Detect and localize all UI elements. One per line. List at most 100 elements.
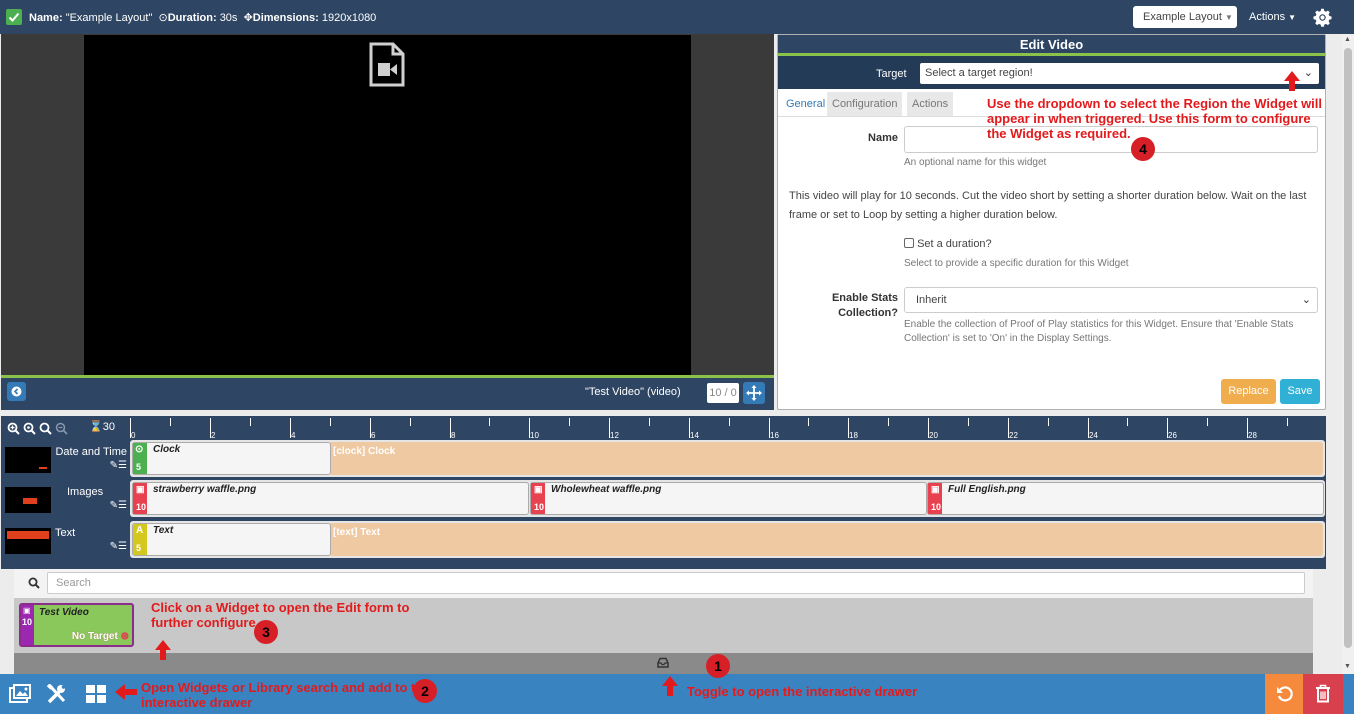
widgets-icon[interactable]	[86, 685, 106, 703]
layout-viewer: "Test Video" (video) 10 / 0	[1, 34, 774, 410]
drawer-icon[interactable]	[657, 657, 669, 668]
tab-configuration[interactable]: Configuration	[827, 92, 903, 116]
annotation-4-badge: 4	[1131, 137, 1155, 161]
timeline-duration-value: 30	[102, 421, 115, 433]
replace-button[interactable]: Replace	[1221, 379, 1276, 404]
undo-icon	[1276, 685, 1294, 703]
zoom-out-disabled-icon	[55, 422, 68, 435]
timeline-ruler: 0 2 4 6 8 10 12 14 16 18 20 22 24 26 28	[130, 416, 1325, 440]
preview-canvas[interactable]	[84, 35, 691, 375]
layout-duration: 30s	[219, 12, 238, 24]
warning-icon: ⊗	[120, 631, 129, 642]
annotation-4-line2: appear in when triggered. Use this form …	[987, 111, 1311, 126]
list-icon[interactable]: ☰	[118, 541, 127, 552]
layout-dimensions: 1920x1080	[321, 12, 377, 24]
chevron-down-icon: ⌄	[1301, 294, 1311, 306]
ruler-label: 14	[690, 431, 699, 441]
annotation-3-line2: further configure	[151, 615, 256, 630]
tab-general[interactable]: General	[781, 92, 831, 116]
target-select-text: Select a target region!	[925, 67, 1033, 79]
layout-info: Name: "Example Layout" ⊙Duration: 30s ✥D…	[29, 11, 376, 24]
tools-icon[interactable]	[46, 684, 68, 704]
ruler-label: 20	[929, 431, 938, 441]
undo-button[interactable]	[1265, 674, 1303, 714]
widget-duration: 5	[136, 543, 142, 553]
drawer-widget-card[interactable]: ▣ 10 Test Video No Target ⊗	[19, 603, 134, 647]
widget-image[interactable]: ▣ 10 Wholewheat waffle.png	[530, 482, 927, 515]
video-icon: ▣ 10	[21, 605, 34, 645]
set-duration-row: Set a duration?	[904, 238, 992, 250]
region-thumbnail	[5, 447, 51, 473]
zoom-out-icon[interactable]	[39, 422, 52, 435]
widget-card-status: No Target ⊗	[72, 631, 129, 642]
delete-button[interactable]	[1303, 674, 1343, 714]
zoom-in-icon[interactable]	[7, 422, 20, 435]
annotation-4-line3: the Widget as required.	[987, 126, 1131, 141]
widget-name: Full English.png	[948, 484, 1026, 495]
gear-icon[interactable]	[1313, 8, 1332, 27]
widget-image[interactable]: ▣ 10 Full English.png	[927, 482, 1324, 515]
widget-image[interactable]: ▣ 10 strawberry waffle.png	[132, 482, 529, 515]
edit-widget-panel: Edit Video Target Select a target region…	[777, 34, 1326, 410]
timeline-lane-text[interactable]: Text ✎☰ [text] Text A 5 Text	[1, 521, 1326, 558]
actions-dropdown[interactable]: Actions ▼	[1249, 6, 1299, 28]
annotation-3-text: Click on a Widget to open the Edit form …	[151, 600, 409, 630]
target-label: Target	[876, 68, 907, 80]
stats-label-line2: Collection?	[838, 307, 898, 319]
zoom-reset-icon[interactable]	[23, 422, 36, 435]
widget-card-name: Test Video	[39, 607, 89, 618]
tab-actions[interactable]: Actions	[907, 92, 954, 116]
duration-label: Duration:	[167, 12, 217, 24]
list-icon[interactable]: ☰	[118, 500, 127, 511]
scroll-down-arrow[interactable]: ▼	[1344, 663, 1351, 670]
widget-text[interactable]: A 5 Text	[132, 523, 331, 556]
viewer-counter: 10 / 0	[707, 383, 739, 403]
library-icon[interactable]	[9, 684, 31, 704]
search-input[interactable]: Search	[47, 572, 1305, 594]
set-duration-checkbox[interactable]	[904, 238, 914, 248]
image-icon: ▣ 10	[928, 483, 942, 514]
layout-dropdown[interactable]: Example Layout ▼	[1133, 6, 1237, 28]
scrollbar-thumb[interactable]	[1344, 48, 1352, 648]
layout-dropdown-label: Example Layout	[1143, 11, 1222, 23]
annotation-2-badge: 2	[413, 679, 437, 703]
widget-extension: [text] Text	[329, 523, 1323, 556]
arrows-icon: ✥	[243, 12, 253, 24]
list-icon[interactable]: ☰	[118, 460, 127, 471]
edit-icon[interactable]: ✎	[110, 541, 118, 552]
ruler-label: 6	[371, 431, 376, 441]
region-track: [text] Text A 5 Text	[130, 521, 1325, 558]
hourglass-icon: ⌛	[89, 421, 103, 433]
region-name: Text	[55, 527, 76, 539]
scroll-up-arrow[interactable]: ▲	[1344, 36, 1351, 43]
widget-duration: 10	[136, 502, 147, 512]
stats-help-text: Enable the collection of Proof of Play s…	[904, 319, 1294, 344]
move-icon[interactable]	[743, 382, 765, 404]
video-file-icon	[368, 42, 406, 88]
ruler-label: 28	[1248, 431, 1257, 441]
edit-icon[interactable]: ✎	[110, 460, 118, 471]
drawer-toggle-bar[interactable]	[14, 653, 1313, 674]
timeline-lane-date-and-time[interactable]: Date and Time ✎☰ [clock] Clock ⊙ 5 Clock	[1, 440, 1326, 477]
trash-icon	[1315, 684, 1331, 703]
stats-collection-select[interactable]: Inherit ⌄	[904, 287, 1318, 313]
annotation-4-line1: Use the dropdown to select the Region th…	[987, 96, 1323, 111]
target-region-select[interactable]: Select a target region! ⌄	[920, 63, 1319, 84]
clock-icon: ⊙ 5	[133, 443, 147, 474]
viewer-widget-label: "Test Video" (video)	[585, 386, 681, 398]
arrow-up-icon	[661, 675, 679, 697]
page-scrollbar[interactable]: ▲ ▼	[1342, 34, 1354, 674]
region-actions: ✎☰	[53, 500, 127, 511]
save-button[interactable]: Save	[1280, 379, 1320, 404]
ruler-label: 4	[291, 431, 296, 441]
circle-arrow-icon[interactable]	[7, 382, 26, 401]
dimensions-label: Dimensions:	[252, 12, 319, 24]
edit-icon[interactable]: ✎	[110, 500, 118, 511]
widget-card-duration: 10	[22, 617, 33, 627]
widget-clock[interactable]: ⊙ 5 Clock	[132, 442, 331, 475]
clock-icon: ⊙	[158, 12, 168, 24]
chevron-down-icon: ⌄	[1303, 67, 1313, 79]
annotation-2-line1: Open Widgets or Library search and add t…	[141, 680, 431, 695]
widget-description: This video will play for 10 seconds. Cut…	[789, 190, 1307, 221]
timeline-lane-images[interactable]: Images ✎☰ ▣ 10 strawberry waffle.png ▣ 1…	[1, 480, 1326, 517]
